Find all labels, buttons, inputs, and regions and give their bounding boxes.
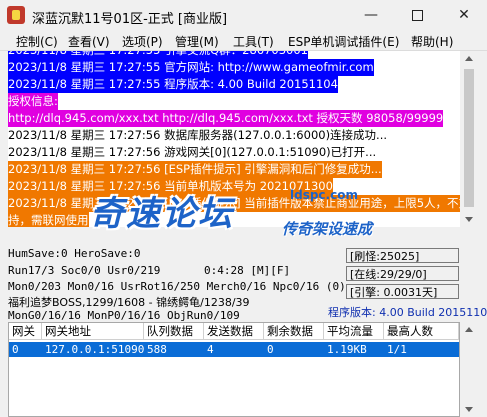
close-icon: ✕ [458,7,470,23]
log-line: 2023/11/8 星期三 17:27:56 数据库服务器(127.0.0.1:… [8,128,388,142]
watermark-logo: 奇速论坛 [90,194,234,234]
cell-max-users: 1/1 [387,343,407,356]
log-line: 2023/11/8 星期三 17:27:55 程序版本: 4.00 Build … [8,76,338,93]
app-icon [7,6,25,24]
program-version: 程序版本: 4.00 Build 20151104 [328,306,487,319]
menu-manage[interactable]: 管理(M) [175,33,219,50]
log-scrollbar[interactable] [460,51,478,227]
log-line: 2023/11/8 星期三 17:27:56 [ESP插件提示] 当前插件版本禁… [8,195,460,212]
window-title: 深蓝沉默11号01区-正式 [商业版] [32,12,228,27]
chevron-down-icon[interactable] [465,217,473,222]
maximize-icon [411,9,423,21]
menu-esp-plugin[interactable]: ESP单机调试插件(E) [288,33,399,50]
column-max-users[interactable]: 最高人数 [384,323,459,340]
menu-tools[interactable]: 工具(T) [233,33,274,50]
menu-view[interactable]: 查看(V) [68,33,110,50]
cell-sent: 4 [207,343,214,356]
column-queue[interactable]: 队列数据 [144,323,204,340]
menu-control[interactable]: 控制(C) [16,33,58,50]
log-line: http://dlq.945.com/xxx.txt http://dlq.94… [8,110,444,127]
log-panel[interactable]: 2023/11/8 星期三 17:27:55 引擎交流Q群：2867030012… [8,51,460,227]
table-scrollbar[interactable] [460,322,478,417]
column-address[interactable]: 网关地址 [42,323,144,340]
column-avg-traffic[interactable]: 平均流量 [324,323,384,340]
log-scrollbar-thumb[interactable] [464,69,474,207]
cell-gateway: 0 [12,343,19,356]
close-button[interactable]: ✕ [441,0,487,30]
cell-avg-traffic: 1.19KB [327,343,367,356]
server-window: 深蓝沉默11号01区-正式 [商业版] — ✕ 控制(C) 查看(V) 选项(P… [0,0,487,417]
cell-remaining: 0 [267,343,274,356]
stat-boss: 福利追梦BOSS,1299/1608 - 锦绣鳄龟/1238/39 [8,296,250,309]
log-line: 2023/11/8 星期三 17:27:56 游戏网关[0](127.0.0.1… [8,145,377,159]
chevron-down-icon[interactable] [465,407,473,412]
stat-objects: MonG0/16/16 MonP0/16/16 ObjRun0/109 [8,309,240,322]
chevron-up-icon[interactable] [465,56,473,61]
minimize-icon: — [364,7,378,23]
log-line: 2023/11/8 星期三 17:27:55 引擎交流Q群：286703001 [8,51,308,59]
log-line: 授权信息: [8,93,58,110]
refresh-monster-count: [刷怪:25025] [346,248,459,263]
log-line: 2023/11/8 星期三 17:27:55 官方网站: http://www.… [8,59,374,76]
stat-time: 0:4:28 [M][F] [204,264,291,277]
minimize-button[interactable]: — [348,0,394,30]
table-header: 网关 网关地址 队列数据 发送数据 剩余数据 平均流量 最高人数 [9,323,459,341]
stat-save: HumSave:0 HeroSave:0 [8,247,141,260]
stat-run: Run17/3 Soc0/0 Usr0/219 [8,264,161,277]
column-sent[interactable]: 发送数据 [204,323,264,340]
log-line: 持，需联网使用 [8,212,89,227]
column-gateway[interactable]: 网关 [9,323,42,340]
chevron-up-icon[interactable] [465,327,473,332]
online-count: [在线:29/29/0] [346,266,459,281]
watermark-subtitle: 传奇架设速成 [282,220,373,238]
menu-help[interactable]: 帮助(H) [411,33,453,50]
stat-monsters: Mon0/203 Mon0/16 UsrRot16/250 Merch0/16 … [8,280,346,293]
maximize-button[interactable] [394,0,440,30]
menu-options[interactable]: 选项(P) [122,33,163,50]
cell-queue: 588 [147,343,167,356]
column-remaining[interactable]: 剩余数据 [264,323,324,340]
cell-address: 127.0.0.1:51090 [45,343,145,356]
menu-bar: 控制(C) 查看(V) 选项(P) 管理(M) 工具(T) ESP单机调试插件(… [0,31,487,51]
table-row[interactable]: 0 127.0.0.1:51090 588 4 0 1.19KB 1/1 [9,342,459,357]
title-bar[interactable]: 深蓝沉默11号01区-正式 [商业版] — ✕ [0,0,487,31]
gateway-table: 网关 网关地址 队列数据 发送数据 剩余数据 平均流量 最高人数 0 127.0… [8,322,460,417]
engine-days: [引擎: 0.0031天] [346,284,459,299]
log-line: 2023/11/8 星期三 17:27:56 [ESP插件提示] 引擎漏洞和后门… [8,161,382,178]
watermark-domain: ldspc.com [290,188,358,202]
